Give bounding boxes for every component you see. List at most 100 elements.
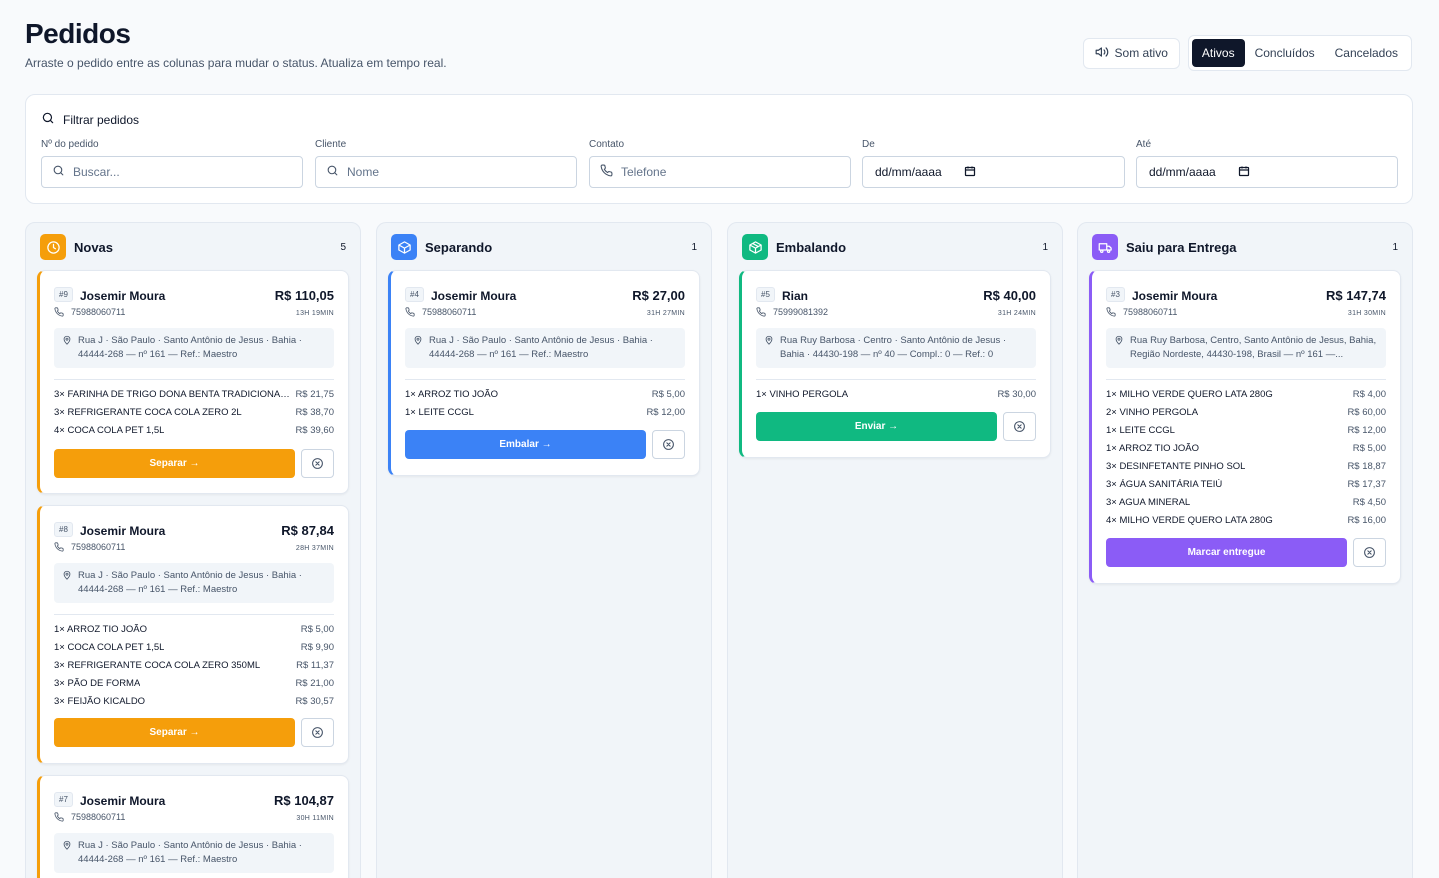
list-item: 1× ARROZ TIO JOÃO R$ 5,00: [54, 623, 334, 635]
delivery-address: Rua J · São Paulo · Santo Antônio de Jes…: [54, 563, 334, 603]
tab-cancelados[interactable]: Cancelados: [1325, 39, 1408, 67]
elapsed-time: 13H 19MIN: [295, 310, 334, 317]
column-header: Embalando 1: [742, 234, 1048, 260]
divider: [756, 379, 1036, 380]
search-icon: [326, 164, 339, 180]
customer-phone: 75988060711: [54, 307, 125, 317]
list-item: 1× VINHO PERGOLA R$ 30,00: [756, 388, 1036, 400]
truck-icon: [1092, 234, 1118, 260]
order-card[interactable]: #3 Josemir Moura R$ 147,74 75988060711 3…: [1089, 270, 1401, 584]
column-count: 1: [1392, 241, 1398, 253]
client-name-input[interactable]: Nome: [315, 156, 577, 188]
enviar-button[interactable]: Enviar →: [756, 412, 997, 441]
elapsed-time: 31H 27MIN: [646, 310, 685, 317]
column-header: Saiu para Entrega 1: [1092, 234, 1398, 260]
contact-phone-placeholder: Telefone: [621, 165, 667, 179]
separar-button[interactable]: Separar →: [54, 449, 295, 478]
list-item: 1× ARROZ TIO JOÃO R$ 5,00: [1106, 442, 1386, 454]
customer-phone: 75988060711: [54, 812, 125, 822]
map-pin-icon: [765, 335, 773, 345]
delivery-address: Rua Ruy Barbosa · Centro · Santo Antônio…: [756, 328, 1036, 368]
from-date-input[interactable]: dd/mm/aaaa: [862, 156, 1125, 188]
embalar-button[interactable]: Embalar →: [405, 430, 646, 459]
tab-concluidos[interactable]: Concluídos: [1245, 39, 1325, 67]
x-circle-icon: [312, 458, 323, 469]
tab-ativos[interactable]: Ativos: [1191, 39, 1245, 67]
column-embalando[interactable]: Embalando 1 #5 Rian R$ 40,00 75999081392…: [727, 222, 1063, 878]
clock-icon: [40, 234, 66, 260]
elapsed-time: 28H 37MIN: [295, 545, 334, 552]
list-item: 3× DESINFETANTE PINHO SOL R$ 18,87: [1106, 460, 1386, 472]
list-item: 1× ARROZ TIO JOÃO R$ 5,00: [405, 388, 685, 400]
order-items: 1× MILHO VERDE QUERO LATA 280G R$ 4,00 2×…: [1106, 385, 1386, 529]
phone-icon: [405, 307, 415, 317]
customer-phone: 75988060711: [1106, 307, 1177, 317]
cancel-order-button[interactable]: [301, 718, 334, 747]
contact-phone-input[interactable]: Telefone: [589, 156, 851, 188]
cancel-order-button[interactable]: [1003, 412, 1036, 441]
column-separando[interactable]: Separando 1 #4 Josemir Moura R$ 27,00 75…: [376, 222, 712, 878]
order-filter: Nº do pedido Buscar...: [41, 139, 303, 188]
from-date-value: dd/mm/aaaa: [875, 165, 942, 179]
phone-icon: [600, 164, 613, 180]
x-circle-icon: [663, 439, 674, 450]
page-subtitle: Arraste o pedido entre as colunas para m…: [25, 56, 447, 70]
cancel-order-button[interactable]: [1353, 538, 1386, 567]
map-pin-icon: [63, 570, 71, 580]
calendar-icon[interactable]: [1238, 165, 1250, 180]
map-pin-icon: [1115, 335, 1123, 345]
order-card[interactable]: #8 Josemir Moura R$ 87,84 75988060711 28…: [37, 505, 349, 764]
page-header: Pedidos Arraste o pedido entre as coluna…: [25, 18, 447, 70]
list-item: 3× REFRIGERANTE COCA COLA ZERO 350ML R$ 1…: [54, 659, 334, 671]
order-total: R$ 27,00: [632, 288, 685, 303]
order-id-badge: #8: [54, 522, 73, 537]
mark-delivered-button[interactable]: Marcar entregue: [1106, 538, 1347, 567]
search-icon: [52, 164, 65, 180]
x-circle-icon: [312, 727, 323, 738]
map-pin-icon: [63, 840, 71, 850]
customer-name: Josemir Moura: [80, 289, 166, 303]
list-item: 1× LEITE CCGL R$ 12,00: [405, 406, 685, 418]
column-novas[interactable]: Novas 5 #9 Josemir Moura R$ 110,05 75988…: [25, 222, 361, 878]
order-items: 1× ARROZ TIO JOÃO R$ 5,00 1× COCA COLA PE…: [54, 620, 334, 710]
customer-phone: 75988060711: [54, 542, 125, 552]
delivery-address: Rua Ruy Barbosa, Centro, Santo Antônio d…: [1106, 328, 1386, 368]
client-filter: Cliente Nome: [315, 139, 577, 188]
order-card[interactable]: #7 Josemir Moura R$ 104,87 75988060711 3…: [37, 775, 349, 878]
phone-icon: [54, 307, 64, 317]
order-card[interactable]: #4 Josemir Moura R$ 27,00 75988060711 31…: [388, 270, 700, 476]
contact-filter-label: Contato: [589, 139, 625, 150]
delivery-address: Rua J · São Paulo · Santo Antônio de Jes…: [54, 833, 334, 873]
x-circle-icon: [1364, 547, 1375, 558]
to-date-value: dd/mm/aaaa: [1149, 165, 1216, 179]
order-card[interactable]: #9 Josemir Moura R$ 110,05 75988060711 1…: [37, 270, 349, 494]
to-date-input[interactable]: dd/mm/aaaa: [1136, 156, 1398, 188]
calendar-icon[interactable]: [964, 165, 976, 180]
customer-name: Josemir Moura: [80, 794, 166, 808]
column-title: Separando: [425, 239, 493, 255]
customer-name: Rian: [782, 289, 809, 303]
to-date-label: Até: [1136, 139, 1152, 150]
cancel-order-button[interactable]: [652, 430, 685, 459]
divider: [54, 379, 334, 380]
order-search-input[interactable]: Buscar...: [41, 156, 303, 188]
list-item: 2× VINHO PERGOLA R$ 60,00: [1106, 406, 1386, 418]
order-id-badge: #9: [54, 287, 73, 302]
customer-name: Josemir Moura: [431, 289, 517, 303]
sound-toggle-button[interactable]: Som ativo: [1082, 37, 1180, 69]
cancel-order-button[interactable]: [301, 449, 334, 478]
order-id-badge: #3: [1106, 287, 1125, 302]
separar-button[interactable]: Separar →: [54, 718, 295, 747]
column-title: Saiu para Entrega: [1126, 239, 1237, 255]
column-saiu-para-entrega[interactable]: Saiu para Entrega 1 #3 Josemir Moura R$ …: [1077, 222, 1413, 878]
search-icon: [41, 111, 55, 128]
map-pin-icon: [63, 335, 71, 345]
order-card[interactable]: #5 Rian R$ 40,00 75999081392 31H 24MIN R…: [739, 270, 1051, 458]
divider: [405, 379, 685, 380]
order-items: 1× ARROZ TIO JOÃO R$ 5,00 1× LEITE CCGL R$…: [405, 385, 685, 421]
from-date-label: De: [862, 139, 875, 150]
list-item: 1× COCA COLA PET 1,5L R$ 9,90: [54, 641, 334, 653]
order-total: R$ 104,87: [274, 793, 334, 808]
client-filter-label: Cliente: [315, 139, 347, 150]
order-id-badge: #5: [756, 287, 775, 302]
